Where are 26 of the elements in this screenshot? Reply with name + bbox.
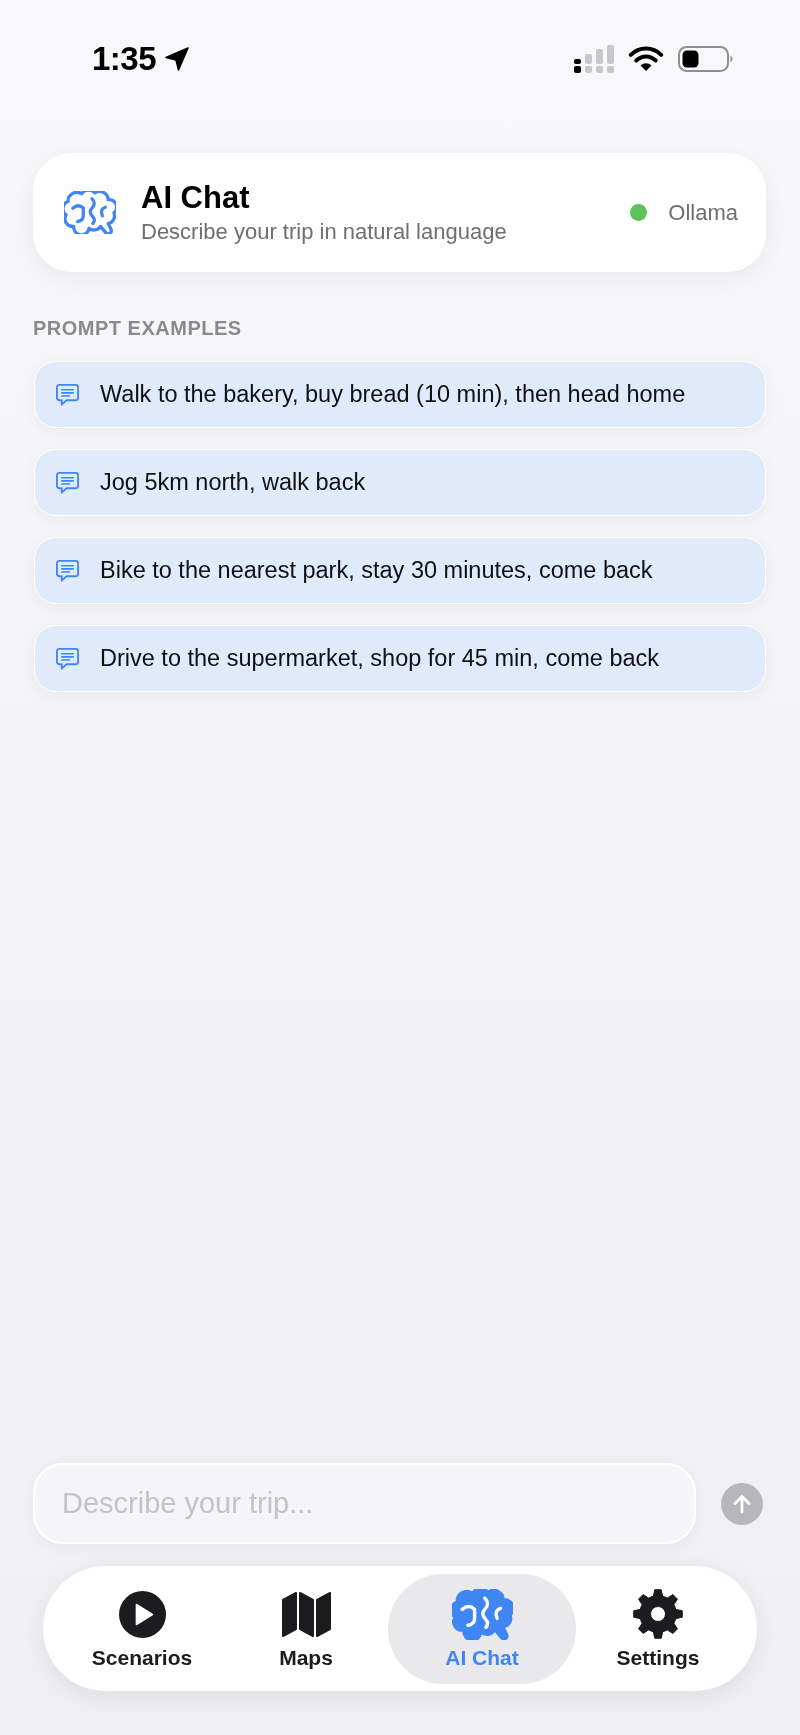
chat-bubble-icon <box>55 558 80 583</box>
gear-icon <box>633 1589 683 1639</box>
chat-bubble-icon <box>55 470 80 495</box>
prompt-example[interactable]: Walk to the bakery, buy bread (10 min), then head home <box>34 361 766 428</box>
page-title: AI Chat <box>141 180 251 216</box>
status-time: 1:35 <box>92 41 157 77</box>
provider-name: Ollama <box>668 199 738 226</box>
signal-icon <box>574 45 614 73</box>
tab-item[interactable]: Maps <box>224 1574 388 1684</box>
map-icon <box>281 1591 331 1637</box>
prompt-example[interactable]: Jog 5km north, walk back <box>34 449 766 516</box>
wifi-icon <box>628 46 664 72</box>
tab-item[interactable]: Settings <box>576 1574 740 1684</box>
section-heading: PROMPT EXAMPLES <box>33 316 242 340</box>
chat-bubble-icon <box>55 382 80 407</box>
location-arrow-icon <box>164 46 191 72</box>
brain-icon <box>451 1588 513 1640</box>
prompt-example[interactable]: Drive to the supermarket, shop for 45 min, come back <box>34 625 766 692</box>
tab-item[interactable]: Scenarios <box>60 1574 224 1684</box>
chat-bubble-icon <box>55 646 80 671</box>
brain-icon <box>64 191 116 234</box>
page-subtitle: Describe your trip in natural language <box>141 218 507 245</box>
prompt-example[interactable]: Bike to the nearest park, stay 30 minutes, come back <box>34 537 766 604</box>
battery-icon <box>678 46 734 72</box>
arrow-up-icon <box>731 1492 753 1515</box>
play-circle-icon <box>118 1590 166 1638</box>
